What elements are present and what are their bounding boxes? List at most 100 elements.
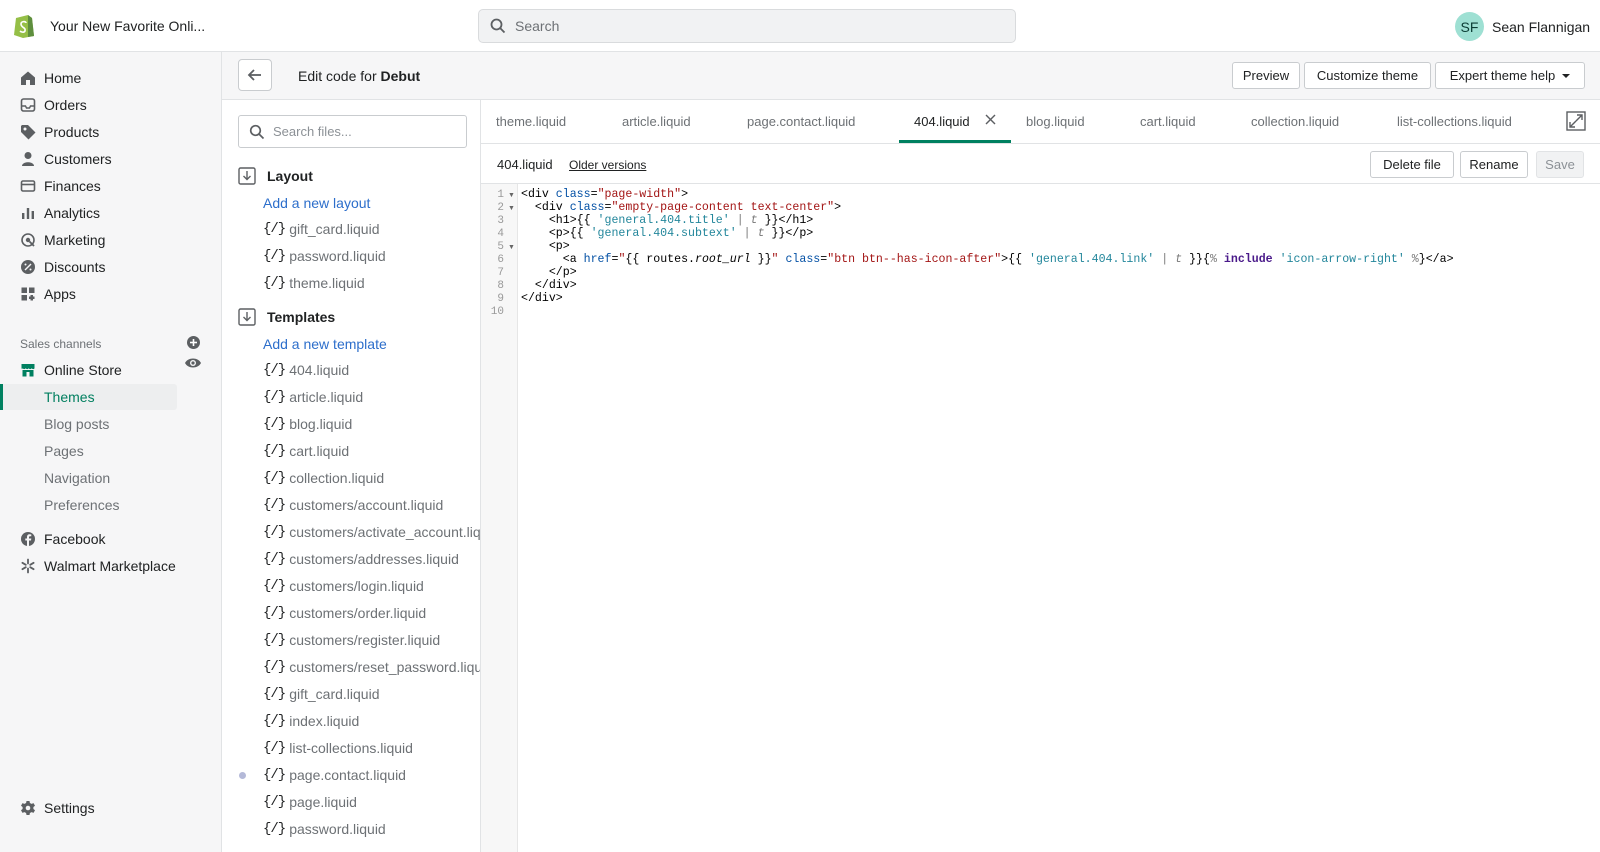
file-name: gift_card.liquid [289,686,380,702]
customize-theme-button[interactable]: Customize theme [1304,62,1431,89]
shopify-logo-icon[interactable] [13,12,35,38]
sidebar-item-home[interactable]: Home [20,70,81,86]
eye-icon[interactable] [184,356,202,370]
sidebar-item-analytics[interactable]: Analytics [20,205,100,221]
global-search[interactable] [478,9,1016,43]
expert-theme-help-button[interactable]: Expert theme help [1435,62,1585,89]
code-line: <div class="page-width"> [521,188,689,201]
file-item[interactable]: {/} cart.liquid [263,443,349,459]
sidebar-item-finances[interactable]: Finances [20,178,101,194]
file-item[interactable]: {/} customers/account.liquid [263,497,443,513]
file-item[interactable]: {/} customers/register.liquid [263,632,440,648]
sidebar-item-marketing[interactable]: Marketing [20,232,105,248]
sidebar-nav: Home Orders Products Customers Finances … [0,52,222,852]
store-icon [21,364,35,377]
file-search-input[interactable] [273,124,463,139]
sidebar-item-discounts[interactable]: Discounts [20,259,105,275]
tab-theme-liquid[interactable]: theme.liquid [496,114,566,129]
save-button[interactable]: Save [1536,151,1584,178]
templates-section-toggle[interactable]: Templates [238,308,335,326]
tab-blog-liquid[interactable]: blog.liquid [1026,114,1085,129]
file-item[interactable]: {/} collection.liquid [263,470,384,486]
theme-name: Debut [380,68,421,84]
code-area[interactable]: <div class="page-width"> <div class="emp… [521,184,1600,852]
sidebar-item-label: Facebook [44,531,106,547]
add-channel-icon[interactable] [186,335,201,350]
file-item[interactable]: {/} gift_card.liquid [263,221,380,237]
file-item[interactable]: {/} gift_card.liquid [263,686,380,702]
file-item[interactable]: {/} 404.liquid [263,362,349,378]
tab-article-liquid[interactable]: article.liquid [622,114,691,129]
sidebar-item-navigation[interactable]: Navigation [44,470,110,486]
fold-toggle-icon[interactable]: ▼ [508,244,515,251]
file-item[interactable]: {/} list-collections.liquid [263,740,413,756]
file-name: list-collections.liquid [289,740,413,756]
sidebar-item-blog-posts[interactable]: Blog posts [44,416,109,432]
rename-button[interactable]: Rename [1460,151,1528,178]
file-item[interactable]: {/} customers/login.liquid [263,578,424,594]
tab-list-collections-liquid[interactable]: list-collections.liquid [1397,114,1512,129]
file-item[interactable]: {/} theme.liquid [263,275,365,291]
search-input[interactable] [515,18,995,34]
code-line: </div> [521,279,577,292]
sidebar-item-label: Analytics [44,205,101,221]
search-icon [249,124,265,139]
sidebar-item-customers[interactable]: Customers [20,151,112,167]
expand-icon[interactable] [1566,111,1586,131]
avatar[interactable]: SF [1455,12,1484,41]
file-item[interactable]: {/} customers/activate_account.liquid [263,524,481,540]
tab-cart-liquid[interactable]: cart.liquid [1140,114,1196,129]
close-icon[interactable] [985,114,996,125]
code-line: </div> [521,292,563,305]
file-item[interactable]: {/} page.contact.liquid [263,767,406,783]
store-name[interactable]: Your New Favorite Onli... [50,18,205,34]
add-layout-link[interactable]: Add a new layout [263,195,370,211]
file-item[interactable]: {/} password.liquid [263,248,386,264]
tab-collection-liquid[interactable]: collection.liquid [1251,114,1339,129]
file-item[interactable]: {/} customers/reset_password.liquid [263,659,480,675]
tab-page-contact-liquid[interactable]: page.contact.liquid [747,114,855,129]
delete-file-button[interactable]: Delete file [1370,151,1454,178]
sidebar-item-preferences[interactable]: Preferences [44,497,119,513]
file-name: customers/activate_account.liquid [289,524,481,540]
older-versions-link[interactable]: Older versions [569,158,646,172]
file-search[interactable] [238,115,467,148]
arrow-left-icon [247,69,261,81]
sidebar-item-products[interactable]: Products [20,124,99,140]
file-item[interactable]: {/} index.liquid [263,713,359,729]
fold-toggle-icon[interactable]: ▼ [508,192,515,199]
sidebar-item-walmart[interactable]: Walmart Marketplace [20,558,176,574]
sidebar-item-settings[interactable]: Settings [20,800,95,816]
sidebar-item-orders[interactable]: Orders [20,97,87,113]
back-button[interactable] [238,59,272,91]
file-item[interactable]: {/} blog.liquid [263,416,352,432]
page-header: Edit code for Debut Preview Customize th… [222,52,1600,100]
file-item[interactable]: {/} password.liquid [263,821,386,837]
tab-404-liquid[interactable]: 404.liquid [914,114,970,129]
sidebar-item-apps[interactable]: Apps [20,286,76,302]
user-name[interactable]: Sean Flannigan [1492,19,1590,35]
sidebar-item-facebook[interactable]: Facebook [20,531,105,547]
file-item[interactable]: {/} article.liquid [263,389,363,405]
file-item[interactable]: {/} customers/addresses.liquid [263,551,459,567]
code-line: </p> [521,266,577,279]
user-menu[interactable]: SF Sean Flannigan [1455,12,1590,41]
sidebar-item-pages[interactable]: Pages [44,443,84,459]
title-prefix: Edit code for [298,68,381,84]
layout-section-toggle[interactable]: Layout [238,167,313,185]
file-item[interactable]: {/} customers/order.liquid [263,605,426,621]
file-name: customers/register.liquid [289,632,441,648]
sidebar-item-label: Online Store [44,362,122,378]
file-toolbar: 404.liquid Older versions Delete file Re… [481,144,1600,184]
finances-icon [20,180,36,192]
sidebar-item-online-store[interactable]: Online Store [20,362,122,378]
preview-button[interactable]: Preview [1232,62,1300,89]
sidebar-item-themes[interactable]: Themes [44,389,95,405]
line-number: 1 [497,189,504,201]
file-item[interactable]: {/} page.liquid [263,794,357,810]
fold-toggle-icon[interactable]: ▼ [508,205,515,212]
add-template-link[interactable]: Add a new template [263,336,387,352]
file-name: customers/account.liquid [289,497,444,513]
file-name: 404.liquid [289,362,350,378]
sidebar-item-label: Marketing [44,232,106,248]
